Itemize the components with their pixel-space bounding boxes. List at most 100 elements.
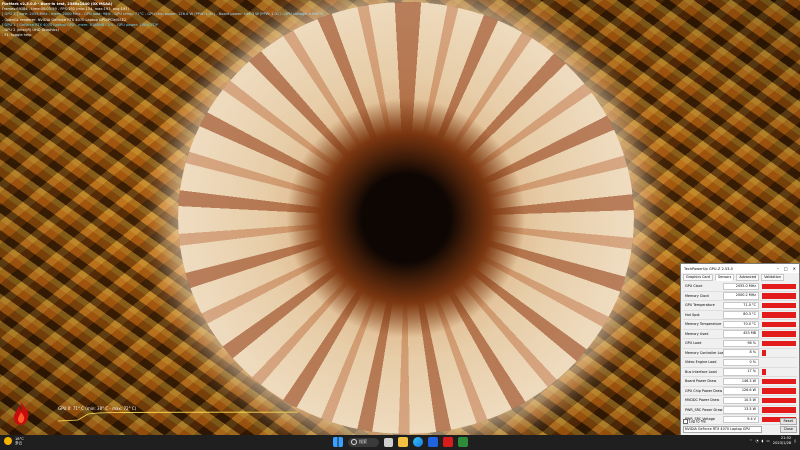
sensor-label: MVDDC Power Draw bbox=[685, 398, 720, 403]
sensor-label: Memory Clock bbox=[685, 293, 710, 298]
gpuz-titlebar[interactable]: TechPowerUp GPU-Z 2.53.0 – □ ✕ bbox=[681, 264, 799, 273]
search-label: 搜索 bbox=[359, 439, 367, 444]
sensor-value: 17 % bbox=[723, 368, 759, 376]
system-tray: ⌃ ◔ ◖ ▭ 21:52 2023/1/28 ◊ bbox=[749, 436, 796, 446]
taskbar-apps: 搜索 bbox=[333, 437, 468, 447]
furmark-fire-icon bbox=[13, 402, 29, 425]
weather-desc: 多云 bbox=[15, 441, 23, 446]
sensor-graph bbox=[762, 340, 796, 346]
close-button[interactable]: Close bbox=[779, 426, 797, 433]
furmark-taskbar-icon[interactable] bbox=[443, 437, 453, 447]
sensor-row-hot-spot[interactable]: Hot Spot 80.3 °C bbox=[683, 311, 797, 320]
edge-browser-icon[interactable] bbox=[413, 437, 423, 447]
sensor-graph bbox=[762, 321, 796, 327]
weather-widget[interactable]: 18°C 多云 bbox=[4, 437, 24, 446]
gpu-select-dropdown[interactable]: NVIDIA GeForce RTX 4070 Laptop GPU bbox=[683, 425, 762, 434]
sensor-label: Memory Temperature bbox=[685, 322, 722, 327]
gpuz-taskbar-icon[interactable] bbox=[458, 437, 468, 447]
sensor-value: 80.3 °C bbox=[723, 311, 759, 319]
sensor-row-gpu-clock[interactable]: GPU Clock 2055.0 MHz bbox=[683, 282, 797, 292]
sensor-label: PWR_SRC Power Draw bbox=[685, 407, 723, 412]
volume-icon[interactable]: ◖ bbox=[761, 439, 763, 443]
sensor-value: 8 % bbox=[723, 349, 759, 357]
sensor-row-gpu-temperature[interactable]: GPU Temperature 71.0 °C bbox=[683, 301, 797, 311]
sensor-row-board-power-draw[interactable]: Board Power Draw 146.3 W bbox=[683, 377, 797, 387]
gpuz-sensor-list: GPU Clock 2055.0 MHz Memory Clock 2000.2 M… bbox=[683, 282, 797, 425]
furmark-gpu2-line: [ GPU 2 ] core: 2055 MHz - mem: 2000 MHz… bbox=[2, 12, 323, 17]
taskbar: 18°C 多云 搜索 ⌃ ◔ ◖ ▭ 21:52 2023/1/28 ◊ bbox=[0, 435, 800, 450]
sensor-label: GPU Load bbox=[685, 341, 702, 346]
tab-advanced[interactable]: Advanced bbox=[736, 273, 760, 281]
sensor-value: 2000.2 MHz bbox=[723, 292, 759, 300]
furmark-help-line: - F1: toggle help bbox=[2, 33, 32, 38]
sensor-row-mvddc-power-draw[interactable]: MVDDC Power Draw 10.5 W bbox=[683, 396, 797, 406]
sensor-row-gpu-chip-power-draw[interactable]: GPU Chip Power Draw 126.6 W bbox=[683, 387, 797, 396]
clock-date: 2023/1/28 bbox=[772, 441, 792, 445]
sensor-value: 146.3 W bbox=[723, 377, 759, 385]
file-explorer-icon[interactable] bbox=[398, 437, 408, 447]
sensor-row-video-engine-load[interactable]: Video Engine Load 0 % bbox=[683, 358, 797, 368]
sensor-graph bbox=[762, 407, 796, 413]
sensor-graph bbox=[762, 312, 796, 318]
sensor-graph bbox=[762, 331, 796, 337]
sensor-row-memory-used[interactable]: Memory Used 453 MB bbox=[683, 330, 797, 339]
sensor-value: 13.5 W bbox=[723, 406, 759, 414]
sensor-row-memory-temperature[interactable]: Memory Temperature 70.0 °C bbox=[683, 320, 797, 330]
sensor-label: Memory Controller Load bbox=[685, 350, 723, 355]
sensor-label: GPU Clock bbox=[685, 284, 703, 289]
sensor-row-gpu-load[interactable]: GPU Load 98 % bbox=[683, 339, 797, 349]
sensor-graph bbox=[762, 378, 796, 384]
sensor-graph bbox=[762, 359, 796, 365]
wifi-icon[interactable]: ◔ bbox=[755, 439, 758, 443]
sensor-label: Board Power Draw bbox=[685, 379, 717, 384]
log-to-file-checkbox[interactable]: Log to file bbox=[683, 418, 706, 424]
eye-iris-render bbox=[178, 2, 634, 434]
gpuz-title-text: TechPowerUp GPU-Z 2.53.0 bbox=[684, 266, 733, 271]
sensor-value: 0 % bbox=[723, 358, 759, 366]
sensor-graph bbox=[762, 283, 796, 289]
sensor-graph bbox=[762, 302, 796, 308]
chevron-up-icon[interactable]: ⌃ bbox=[749, 439, 752, 443]
taskbar-search[interactable]: 搜索 bbox=[348, 437, 379, 447]
sensor-label: GPU Chip Power Draw bbox=[685, 388, 723, 393]
furmark-stats-overlay: FurMark v2.3.0.0 - Burn-in test, 2560x14… bbox=[2, 2, 332, 38]
sensor-value: 70.0 °C bbox=[723, 320, 759, 328]
sensor-row-pwr-src-power-draw[interactable]: PWR_SRC Power Draw 13.5 W bbox=[683, 406, 797, 415]
sensor-graph bbox=[762, 369, 796, 375]
sensor-row-memory-clock[interactable]: Memory Clock 2000.2 MHz bbox=[683, 292, 797, 301]
tab-sensors[interactable]: Sensors bbox=[714, 273, 735, 281]
battery-icon[interactable]: ▭ bbox=[766, 439, 769, 443]
sensor-value: 2055.0 MHz bbox=[723, 282, 759, 290]
reset-button[interactable]: Reset bbox=[779, 417, 797, 425]
close-icon[interactable]: ✕ bbox=[793, 266, 796, 271]
sensor-graph bbox=[762, 388, 796, 394]
weather-sun-icon bbox=[4, 437, 12, 446]
sensor-value: 71.0 °C bbox=[723, 301, 759, 309]
sensor-graph bbox=[762, 350, 796, 356]
log-to-file-label: Log to file bbox=[689, 419, 706, 423]
notification-bell-icon[interactable]: ◊ bbox=[794, 439, 796, 443]
search-icon bbox=[351, 439, 357, 445]
taskbar-clock[interactable]: 21:52 2023/1/28 bbox=[773, 436, 791, 446]
sensor-row-bus-interface-load[interactable]: Bus Interface Load 17 % bbox=[683, 368, 797, 377]
sensor-value: 453 MB bbox=[723, 330, 759, 338]
tab-graphics-card[interactable]: Graphics Card bbox=[683, 273, 713, 281]
gpuz-tabs: Graphics Card Sensors Advanced Validatio… bbox=[681, 273, 799, 281]
gpuz-footer: Log to file Reset NVIDIA GeForce RTX 407… bbox=[683, 417, 797, 434]
windows-start-icon[interactable] bbox=[333, 437, 343, 447]
sensor-row-memory-controller-load[interactable]: Memory Controller Load 8 % bbox=[683, 349, 797, 358]
sensor-label: Hot Spot bbox=[685, 312, 700, 317]
tab-validation[interactable]: Validation bbox=[761, 273, 784, 281]
maximize-icon[interactable]: □ bbox=[784, 266, 788, 271]
sensor-value: 98 % bbox=[723, 339, 759, 347]
microsoft-store-icon[interactable] bbox=[428, 437, 438, 447]
sensor-label: Video Engine Load bbox=[685, 360, 717, 365]
sensor-value: 126.6 W bbox=[723, 387, 759, 395]
gpuz-window[interactable]: TechPowerUp GPU-Z 2.53.0 – □ ✕ Graphics … bbox=[680, 263, 800, 436]
task-view-icon[interactable] bbox=[384, 437, 393, 447]
sensor-graph bbox=[762, 293, 796, 299]
sensor-value: 10.5 W bbox=[723, 396, 759, 404]
sensor-label: Bus Interface Load bbox=[685, 369, 717, 374]
sensor-graph bbox=[762, 397, 796, 403]
minimize-icon[interactable]: – bbox=[777, 266, 779, 271]
